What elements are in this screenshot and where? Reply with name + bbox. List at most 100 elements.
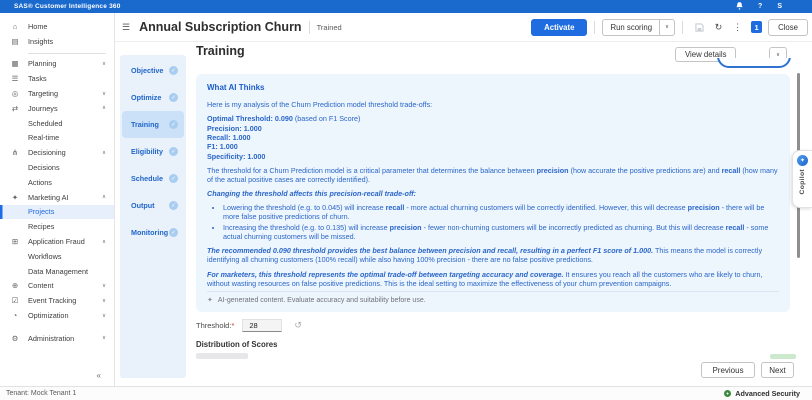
sidebar-item-label: Home	[28, 21, 48, 31]
check-circle-icon: ✓	[169, 93, 178, 102]
divider	[682, 20, 684, 34]
sidebar: ⌂ Home ▤ Insights ▦ Planning ∨ ☰ Tasks ◎ Targeting…	[0, 13, 115, 386]
wizard-step-output[interactable]: Output ✓	[122, 192, 184, 219]
distribution-heading: Distribution of Scores	[196, 340, 278, 349]
sidebar-item-label: Recipes	[28, 222, 55, 232]
copilot-tab[interactable]: ✦ Copilot	[792, 150, 812, 208]
step-label: Objective	[131, 66, 164, 75]
card-footer: ✦ AI-generated content. Evaluate accurac…	[207, 291, 779, 306]
notification-count-badge[interactable]: 1	[751, 21, 763, 33]
card-paragraph: Here is my analysis of the Churn Predict…	[207, 100, 433, 110]
refresh-icon[interactable]: ↻	[711, 20, 726, 35]
chevron-down-icon: ∨	[101, 90, 106, 97]
run-scoring-button[interactable]: Run scoring	[602, 18, 660, 36]
run-scoring-dropdown-chevron-icon[interactable]: ∨	[659, 18, 676, 36]
sidebar-item-workflows[interactable]: Workflows	[0, 249, 114, 264]
notifications-bell-icon[interactable]	[736, 1, 743, 12]
sidebar-item-tasks[interactable]: ☰ Tasks	[0, 71, 114, 86]
step-label: Optimize	[131, 93, 162, 102]
step-label: Output	[131, 201, 155, 210]
check-circle-icon: ✓	[169, 147, 178, 156]
wizard-step-monitoring[interactable]: Monitoring ✓	[122, 219, 184, 246]
sidebar-item-label: Decisioning	[28, 148, 66, 158]
planning-icon: ▦	[11, 59, 19, 69]
previous-button[interactable]: Previous	[701, 362, 755, 378]
sidebar-item-label: Scheduled	[28, 118, 63, 128]
app-bar: SAS® Customer Intelligence 360 ? S	[0, 0, 812, 13]
optimization-icon: ◔	[12, 311, 18, 321]
reset-icon[interactable]: ↺	[294, 320, 302, 331]
help-icon[interactable]: ?	[758, 3, 762, 10]
sidebar-item-application-fraud[interactable]: ⊞ Application Fraud ∧	[0, 234, 114, 249]
sidebar-item-label: Application Fraud	[28, 237, 85, 247]
sidebar-item-label: Administration	[28, 333, 75, 343]
sidebar-item-event-tracking[interactable]: ☑ Event Tracking ∨	[0, 293, 114, 308]
sidebar-item-label: Data Management	[28, 266, 89, 276]
chevron-up-icon: ∧	[101, 149, 106, 156]
save-icon	[692, 20, 707, 35]
sidebar-item-label: Targeting	[28, 89, 59, 99]
card-bullet: Increasing the threshold (e.g. to 0.135)…	[223, 223, 779, 241]
event-tracking-icon: ☑	[11, 296, 19, 306]
sidebar-item-actions[interactable]: Actions	[0, 175, 114, 190]
sidebar-item-label: Optimization	[28, 311, 69, 321]
product-title: SAS® Customer Intelligence 360	[14, 3, 121, 10]
sidebar-item-marketing-ai[interactable]: ✦ Marketing AI ∧	[0, 190, 114, 205]
sidebar-item-administration[interactable]: ⚙ Administration ∨	[0, 331, 114, 346]
step-label: Eligibility	[131, 147, 163, 156]
sidebar-item-data-management[interactable]: Data Management	[0, 264, 114, 279]
sidebar-item-optimization[interactable]: ◔ Optimization ∨	[0, 308, 114, 323]
threshold-input[interactable]	[242, 319, 283, 332]
next-button[interactable]: Next	[761, 362, 794, 378]
wizard-steps: Objective ✓ Optimize ✓ Training ✓ Eligibility ✓…	[120, 55, 186, 378]
ai-sparkle-icon: ✦	[207, 297, 213, 305]
properties-list-icon[interactable]: ☰	[122, 22, 130, 33]
sidebar-item-scheduled[interactable]: Scheduled	[0, 116, 114, 131]
chevron-up-icon: ∧	[101, 238, 106, 245]
wizard-step-training[interactable]: Training ✓	[122, 111, 184, 138]
sidebar-item-label: Content	[28, 281, 54, 291]
sidebar-item-label: Real-time	[28, 133, 60, 143]
user-avatar[interactable]: S	[777, 3, 782, 10]
card-paragraph: The threshold for a Churn Prediction mod…	[207, 165, 778, 184]
sidebar-item-real-time[interactable]: Real-time	[0, 131, 114, 146]
application-fraud-icon: ⊞	[11, 237, 19, 247]
decisioning-icon: ⋔	[11, 148, 19, 158]
check-circle-icon: ✓	[169, 174, 178, 183]
sidebar-item-decisions[interactable]: Decisions	[0, 160, 114, 175]
sidebar-item-label: Projects	[28, 207, 55, 217]
footer-bar: Tenant: Mock Tenant 1 Advanced Security	[0, 386, 812, 400]
wizard-step-eligibility[interactable]: Eligibility ✓	[122, 138, 184, 165]
wizard-step-objective[interactable]: Objective ✓	[122, 57, 184, 84]
sidebar-item-decisioning[interactable]: ⋔ Decisioning ∧	[0, 145, 114, 160]
chevron-down-icon: ∨	[101, 60, 106, 67]
collapse-sidebar-icon[interactable]: «	[97, 371, 101, 380]
card-paragraph: Lowering the threshold (e.g. to 0.045) w…	[207, 203, 779, 241]
card-paragraph: Changing the threshold affects this prec…	[207, 189, 417, 199]
administration-icon: ⚙	[11, 333, 19, 343]
sidebar-item-journeys[interactable]: ⇄ Journeys ∧	[0, 101, 114, 116]
close-button[interactable]: Close	[768, 18, 808, 36]
sidebar-item-planning[interactable]: ▦ Planning ∨	[0, 57, 114, 72]
activate-button[interactable]: Activate	[531, 18, 588, 36]
home-icon: ⌂	[12, 21, 18, 31]
sidebar-item-content[interactable]: ⊕ Content ∨	[0, 279, 114, 294]
sidebar-item-home[interactable]: ⌂ Home	[0, 19, 114, 34]
sidebar-item-recipes[interactable]: Recipes	[0, 219, 114, 234]
ai-card-body: Here is my analysis of the Churn Predict…	[207, 100, 779, 288]
sidebar-item-label: Journeys	[28, 103, 58, 113]
sidebar-item-label: Tasks	[28, 74, 47, 84]
sidebar-item-projects[interactable]: Projects	[0, 204, 114, 220]
chevron-up-icon: ∧	[101, 105, 106, 112]
document-title: Annual Subscription Churn	[139, 20, 302, 34]
check-circle-icon: ✓	[169, 201, 178, 210]
sidebar-item-targeting[interactable]: ◎ Targeting ∨	[0, 86, 114, 101]
chart-loading-skeleton	[196, 353, 248, 359]
wizard-step-schedule[interactable]: Schedule ✓	[122, 165, 184, 192]
wizard-step-optimize[interactable]: Optimize ✓	[122, 84, 184, 111]
divider	[308, 20, 310, 34]
chevron-down-icon: ∨	[101, 282, 106, 289]
sidebar-item-insights[interactable]: ▤ Insights	[0, 34, 114, 49]
kebab-menu-icon[interactable]: ⋮	[730, 20, 745, 35]
ai-insight-card: What AI Thinks Here is my analysis of th…	[196, 74, 790, 312]
